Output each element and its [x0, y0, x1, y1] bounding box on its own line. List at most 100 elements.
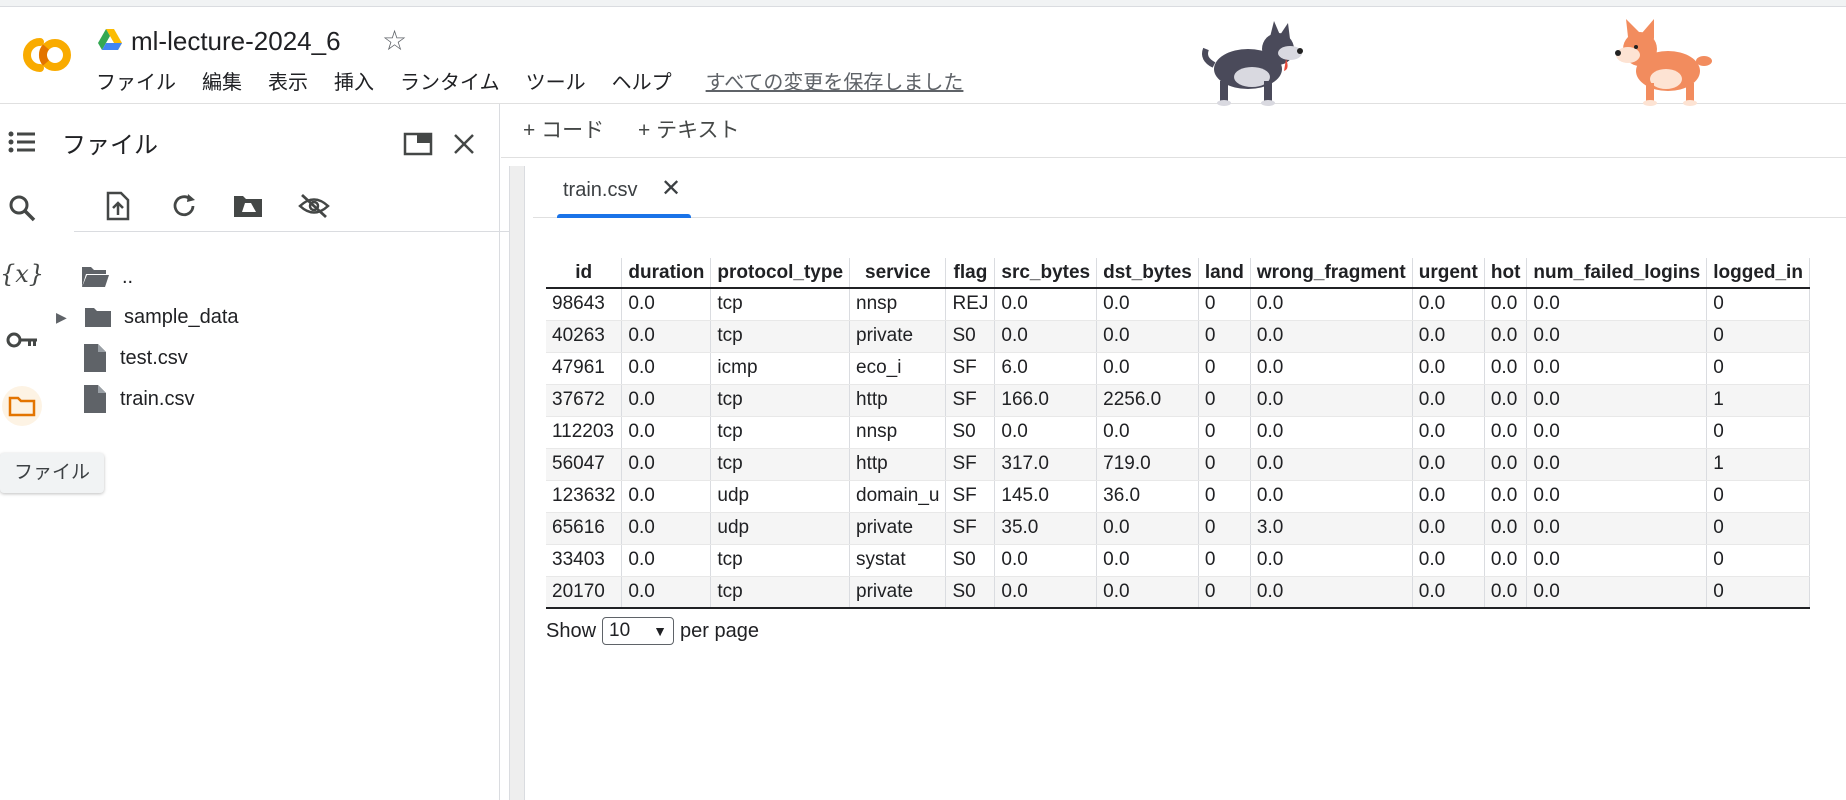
key-icon[interactable]: [4, 322, 40, 358]
column-header[interactable]: service: [849, 258, 947, 289]
table-cell: 0: [1706, 512, 1810, 545]
table-cell: 123632: [546, 480, 623, 513]
folder-icon[interactable]: [2, 386, 42, 426]
close-tab-icon[interactable]: ✕: [661, 174, 681, 204]
table-cell: http: [849, 384, 947, 417]
column-header[interactable]: logged_in: [1706, 258, 1810, 289]
column-header[interactable]: hot: [1484, 258, 1528, 289]
table-cell: 145.0: [994, 480, 1098, 513]
search-icon[interactable]: [4, 190, 40, 226]
table-cell: 0.0: [994, 288, 1098, 321]
rows-per-page-select[interactable]: 10 ▼: [602, 617, 675, 645]
close-panel-icon[interactable]: [446, 126, 482, 162]
column-header[interactable]: dst_bytes: [1096, 258, 1199, 289]
table-row: 40263 0.0 tcp private S0 0.0 0.0 0 0.0 0.0 0.0 0.0 0: [546, 320, 1810, 353]
table-cell: eco_i: [849, 352, 947, 385]
menu-runtime[interactable]: ランタイム: [400, 69, 514, 97]
table-cell: 33403: [546, 544, 623, 577]
table-row: 65616 0.0 udp private SF 35.0 0.0 0 3.0 0.0 0.0 0.0…: [546, 512, 1810, 545]
table-cell: 0.0: [621, 480, 712, 513]
table-cell: 0.0: [1526, 352, 1708, 385]
column-header[interactable]: flag: [945, 258, 996, 289]
tree-item-sample-data[interactable]: ▶ sample_data: [56, 297, 239, 337]
table-cell: 0.0: [1096, 512, 1199, 545]
colab-logo[interactable]: [10, 32, 74, 78]
dog-left-icon: [1202, 21, 1303, 106]
table-of-contents-icon[interactable]: [4, 124, 40, 160]
menu-bar: ファイル 編集 表示 挿入 ランタイム ツール ヘルプ すべての変更を保存しまし…: [96, 69, 963, 97]
notebook-title[interactable]: ml-lecture-2024_6: [131, 23, 341, 59]
table-cell: 0.0: [1096, 544, 1199, 577]
folder-open-icon: [82, 267, 109, 287]
table-cell: 0.0: [1484, 480, 1528, 513]
table-cell: 3.0: [1250, 512, 1413, 545]
table-cell: 0.0: [994, 544, 1098, 577]
table-cell: 0: [1198, 352, 1251, 385]
column-header[interactable]: land: [1198, 258, 1251, 289]
table-cell: 36.0: [1096, 480, 1199, 513]
file-icon: [84, 385, 106, 413]
table-cell: 98643: [546, 288, 623, 321]
menu-insert[interactable]: 挿入: [334, 69, 388, 97]
table-header-row: id duration protocol_type service flag src_by…: [546, 258, 1810, 289]
menu-tools[interactable]: ツール: [526, 69, 600, 97]
column-header[interactable]: src_bytes: [994, 258, 1098, 289]
google-drive-icon[interactable]: [98, 29, 122, 51]
column-header[interactable]: protocol_type: [710, 258, 851, 289]
table-cell: S0: [945, 416, 996, 449]
tree-item-label: ..: [122, 265, 134, 288]
column-header[interactable]: urgent: [1412, 258, 1485, 289]
column-header[interactable]: duration: [621, 258, 712, 289]
table-cell: 0: [1198, 320, 1251, 353]
table-cell: 166.0: [994, 384, 1098, 417]
menu-file[interactable]: ファイル: [96, 69, 190, 97]
table-cell: 0.0: [1250, 384, 1413, 417]
add-code-button[interactable]: + コード: [523, 116, 604, 146]
tree-item-test-csv[interactable]: test.csv: [84, 338, 188, 378]
table-cell: 0.0: [1250, 352, 1413, 385]
table-cell: 0: [1706, 480, 1810, 513]
left-rail: {x}: [0, 104, 44, 800]
expand-arrow-icon[interactable]: ▶: [56, 309, 72, 326]
table-cell: 1: [1706, 448, 1810, 481]
table-cell: SF: [945, 448, 996, 481]
menu-help[interactable]: ヘルプ: [612, 69, 686, 97]
star-outline-icon[interactable]: ☆: [382, 25, 407, 57]
add-text-button[interactable]: + テキスト: [638, 116, 739, 146]
table-cell: 0.0: [1484, 352, 1528, 385]
mount-drive-icon[interactable]: [228, 186, 268, 226]
table-cell: tcp: [710, 288, 851, 321]
tree-item-parent[interactable]: ..: [80, 257, 133, 297]
tab-train-csv[interactable]: train.csv ✕: [557, 166, 691, 218]
table-cell: 0: [1706, 416, 1810, 449]
menu-view[interactable]: 表示: [268, 69, 322, 97]
table-cell: tcp: [710, 320, 851, 353]
table-cell: SF: [945, 480, 996, 513]
open-in-tab-icon[interactable]: [400, 126, 436, 162]
save-status-link[interactable]: すべての変更を保存しました: [706, 69, 964, 97]
refresh-icon[interactable]: [164, 186, 204, 226]
hide-hidden-files-icon[interactable]: [294, 186, 334, 226]
table-row: 112203 0.0 tcp nnsp S0 0.0 0.0 0 0.0 0.0 0.0 0.0 0: [546, 416, 1810, 449]
active-tab-indicator: [557, 214, 691, 218]
table-cell: 0.0: [1412, 384, 1485, 417]
table-cell: 0: [1706, 544, 1810, 577]
tree-item-label: sample_data: [124, 305, 239, 328]
table-cell: tcp: [710, 576, 851, 609]
column-header[interactable]: id: [546, 258, 623, 289]
table-cell: 0.0: [1526, 512, 1708, 545]
table-cell: 0.0: [1412, 448, 1485, 481]
column-header[interactable]: wrong_fragment: [1250, 258, 1413, 289]
chevron-down-icon: ▼: [653, 623, 668, 639]
upload-file-icon[interactable]: [98, 186, 138, 226]
table-cell: 0.0: [1484, 544, 1528, 577]
variables-icon[interactable]: {x}: [0, 256, 44, 292]
table-cell: S0: [945, 544, 996, 577]
column-header[interactable]: num_failed_logins: [1526, 258, 1708, 289]
tree-item-train-csv[interactable]: train.csv: [84, 379, 194, 419]
table-row: 123632 0.0 udp domain_u SF 145.0 36.0 0 0.0 0.0 0.…: [546, 480, 1810, 513]
menu-edit[interactable]: 編集: [202, 69, 256, 97]
table-cell: 56047: [546, 448, 623, 481]
table-cell: 0.0: [1412, 320, 1485, 353]
csv-table-container: id duration protocol_type service flag src_by…: [546, 258, 1846, 609]
